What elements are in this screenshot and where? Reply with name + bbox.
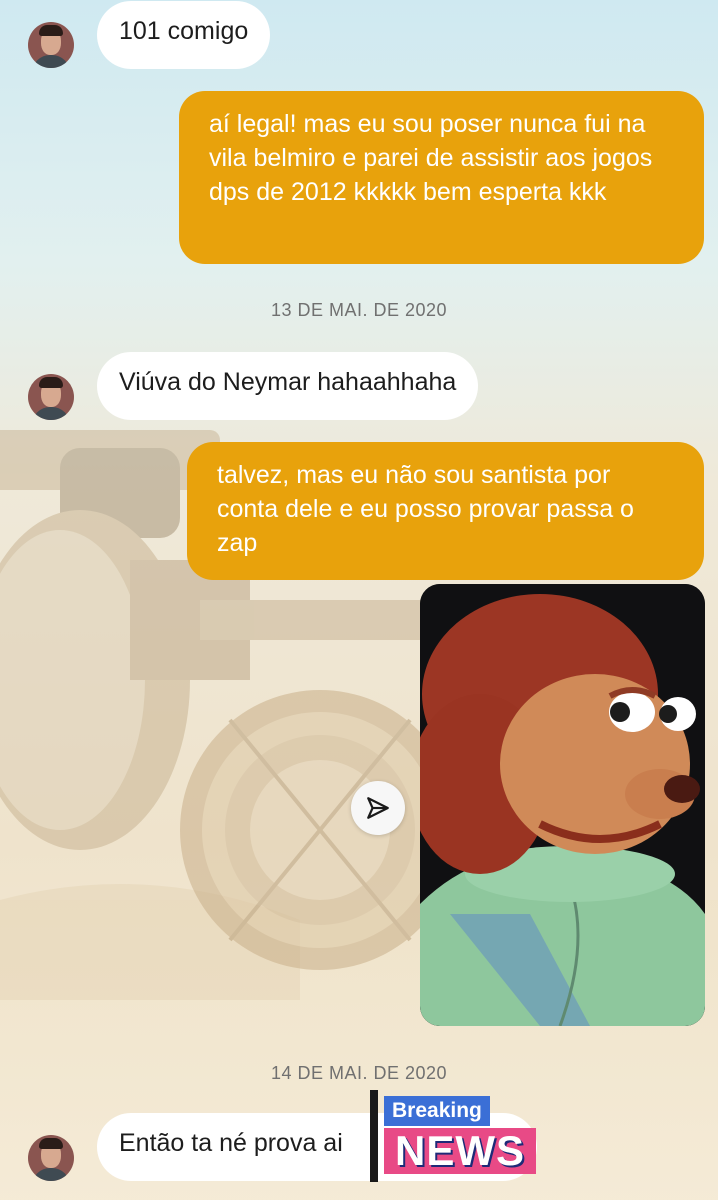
image-message[interactable] bbox=[420, 584, 705, 1026]
message-text: talvez, mas eu não sou santista por cont… bbox=[217, 461, 634, 557]
outgoing-message[interactable]: talvez, mas eu não sou santista por cont… bbox=[187, 442, 704, 580]
incoming-message[interactable]: 101 comigo bbox=[97, 1, 271, 69]
date-separator: 13 DE MAI. DE 2020 bbox=[270, 300, 448, 320]
message-text: aí legal! mas eu sou poser nunca fui na … bbox=[209, 110, 653, 206]
paper-plane-icon bbox=[367, 797, 389, 819]
puppet-image bbox=[420, 584, 705, 1026]
sticker-bar bbox=[370, 1090, 378, 1182]
message-text: Então ta né prova ai bbox=[119, 1129, 343, 1157]
outgoing-message[interactable]: aí legal! mas eu sou poser nunca fui na … bbox=[179, 91, 704, 264]
date-separator: 14 DE MAI. DE 2020 bbox=[270, 1063, 448, 1083]
message-text: Viúva do Neymar hahaahhaha bbox=[119, 368, 457, 396]
incoming-message[interactable]: Viúva do Neymar hahaahhaha bbox=[97, 352, 479, 420]
sticker-top-text: Breaking bbox=[384, 1096, 490, 1126]
share-button[interactable] bbox=[351, 781, 405, 835]
message-text: 101 comigo bbox=[119, 17, 249, 45]
contact-avatar[interactable] bbox=[28, 22, 74, 68]
breaking-news-sticker: Breaking NEWS bbox=[370, 1090, 540, 1182]
sticker-bottom-text: NEWS bbox=[384, 1128, 536, 1174]
contact-avatar[interactable] bbox=[28, 1135, 74, 1181]
contact-avatar[interactable] bbox=[28, 374, 74, 420]
